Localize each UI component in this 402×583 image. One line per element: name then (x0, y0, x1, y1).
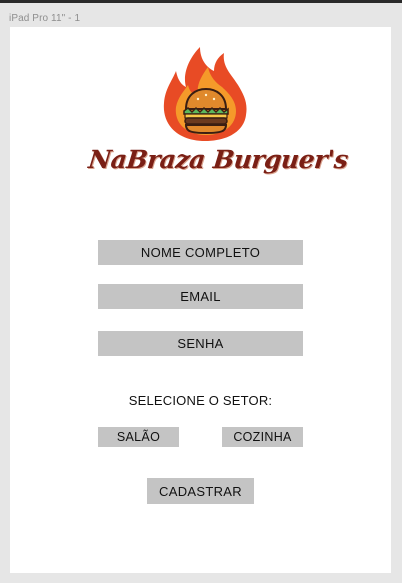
nome-completo-label: NOME COMPLETO (140, 245, 261, 260)
ipad-frame: NaBraza Burguer's NOME COMPLETO EMAIL SE… (10, 27, 391, 573)
sector-prompt: SELECIONE O SETOR: (128, 393, 273, 408)
brand-wordmark: NaBraza Burguer's (87, 145, 350, 174)
salao-label: SALÃO (116, 430, 161, 444)
salao-button[interactable]: SALÃO (98, 427, 179, 447)
cadastrar-label: CADASTRAR (159, 483, 242, 499)
cadastrar-button[interactable]: CADASTRAR (147, 478, 254, 504)
senha-label: SENHA (177, 336, 224, 351)
cozinha-button[interactable]: COZINHA (222, 427, 303, 447)
cozinha-label: COZINHA (233, 430, 292, 444)
flaming-burger-icon (160, 45, 250, 145)
email-field[interactable]: EMAIL (98, 284, 303, 309)
senha-field[interactable]: SENHA (98, 331, 303, 356)
frame-label: iPad Pro 11" - 1 (9, 13, 81, 24)
window-top-bar (0, 0, 402, 3)
email-label: EMAIL (180, 289, 221, 304)
nome-completo-field[interactable]: NOME COMPLETO (98, 240, 303, 265)
